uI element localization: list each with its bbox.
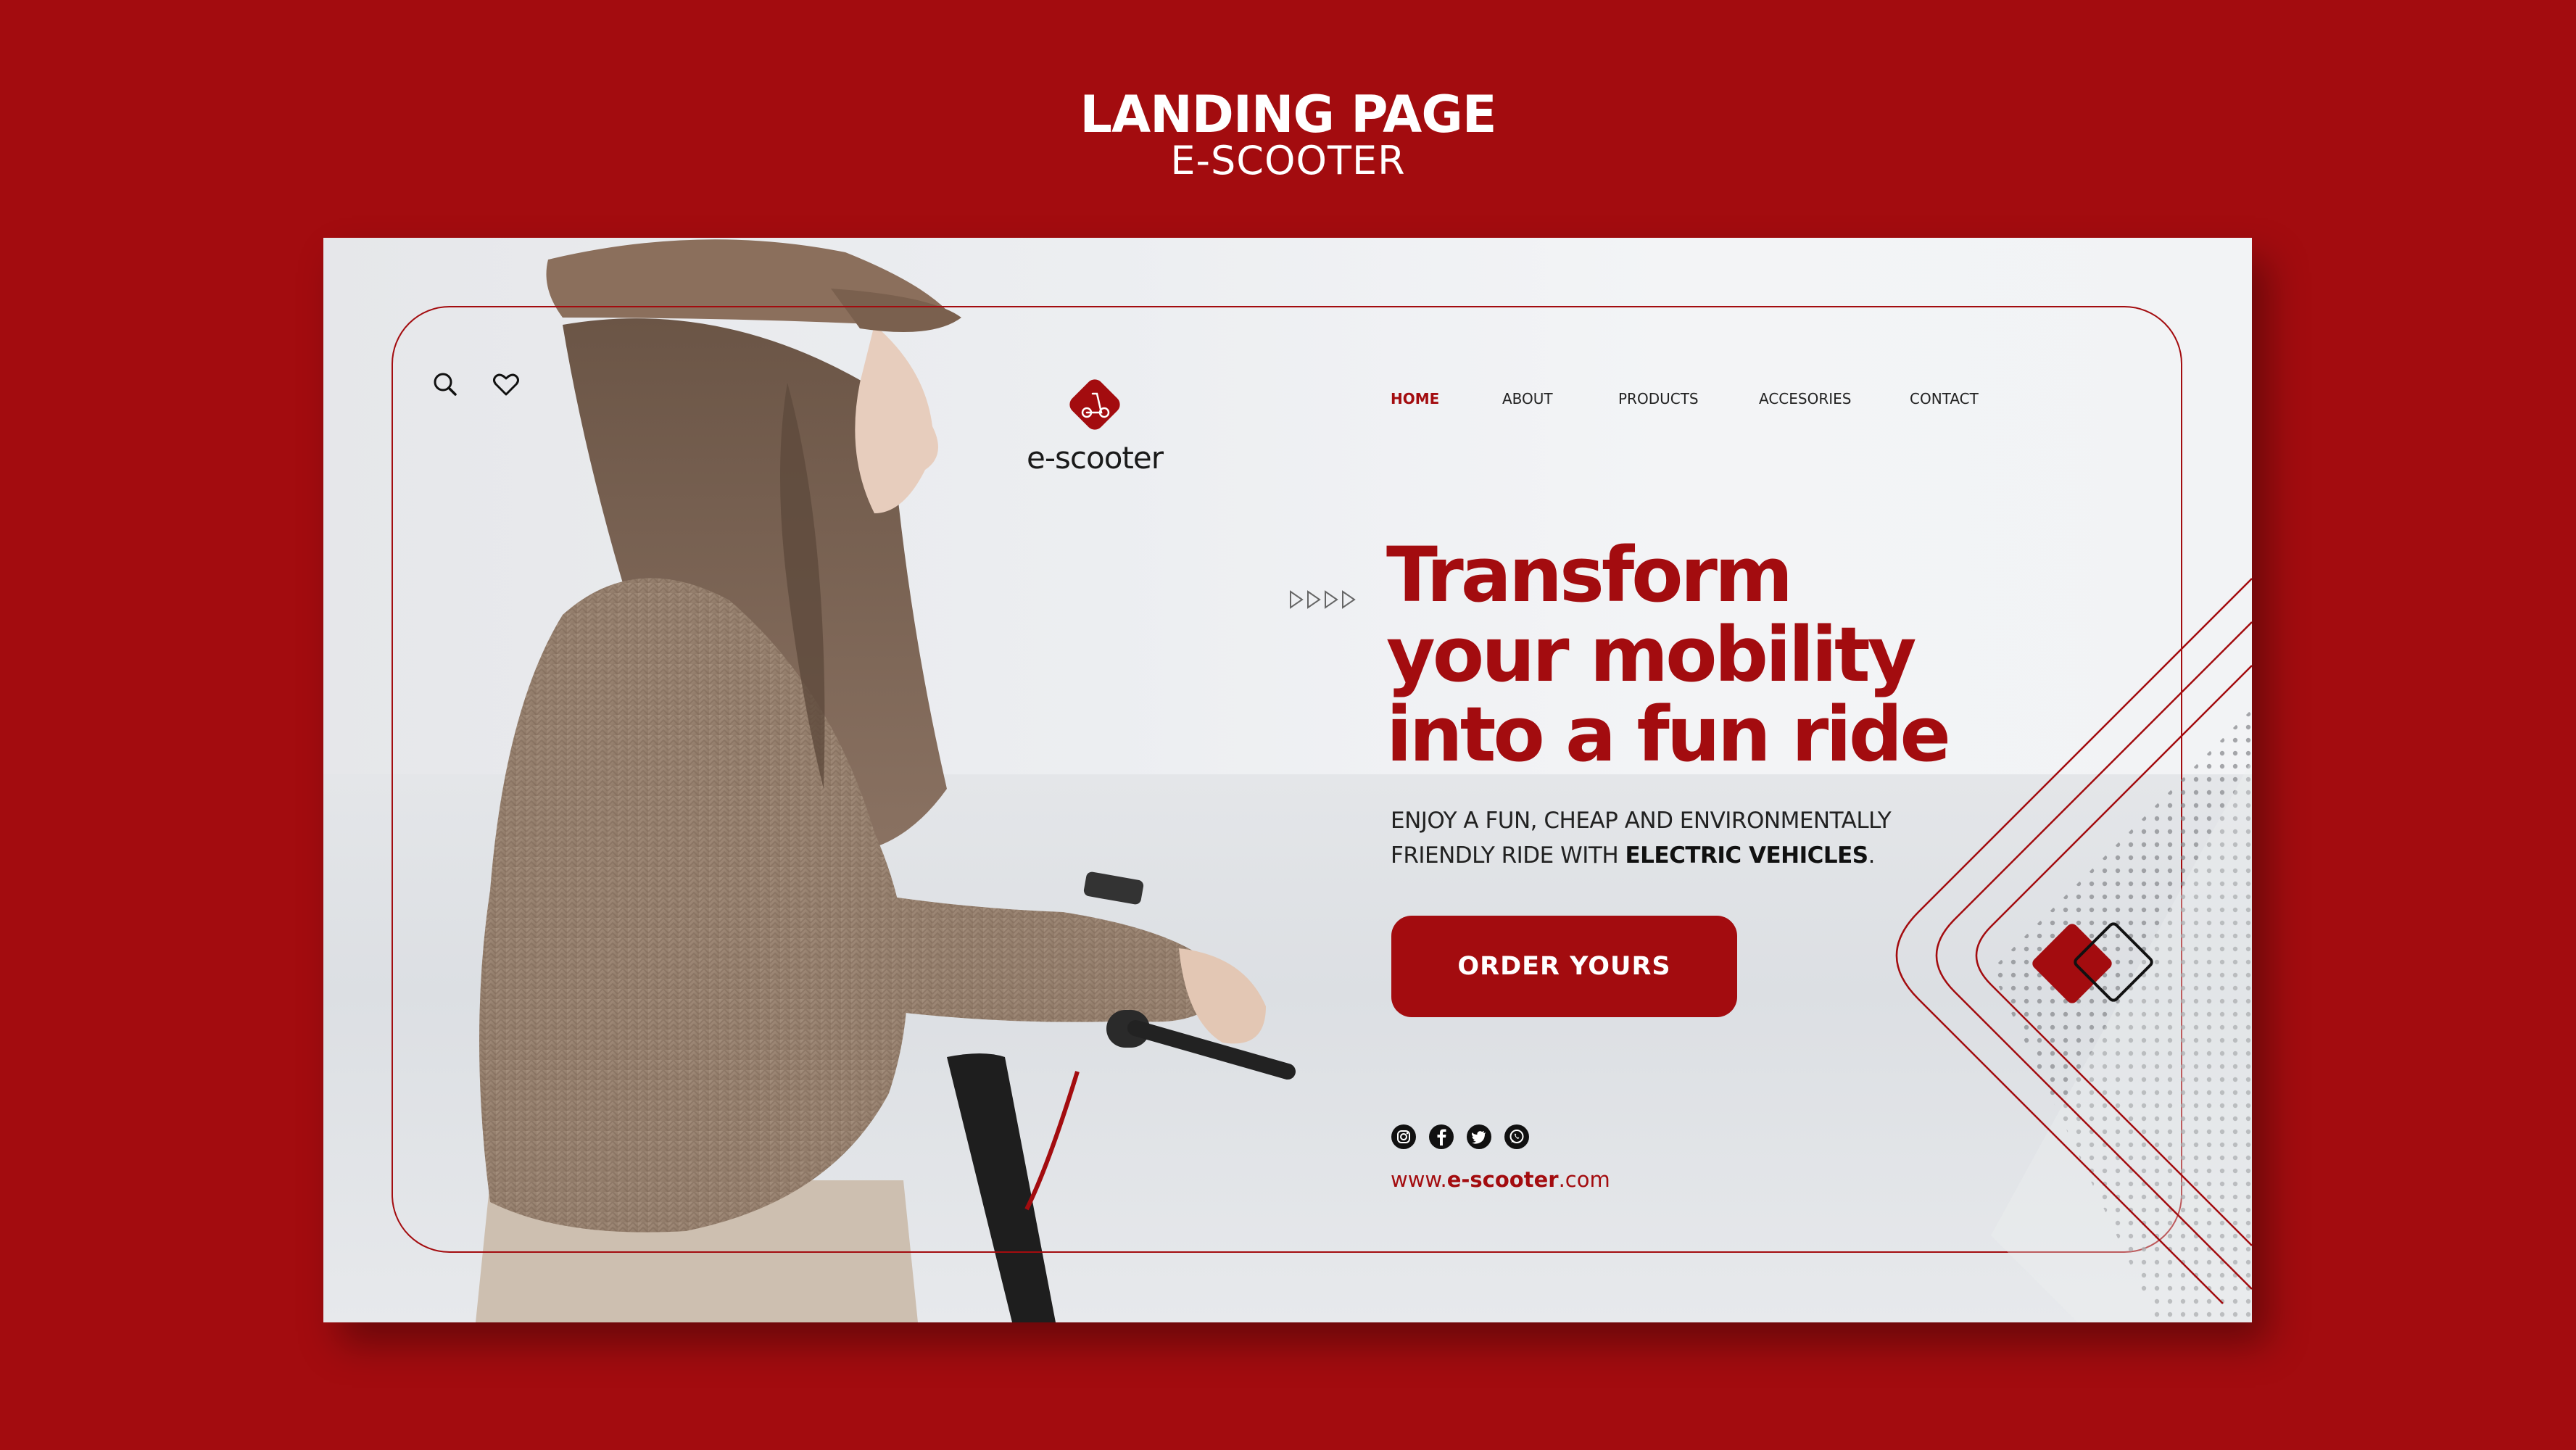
- search-icon[interactable]: [429, 368, 461, 400]
- instagram-icon[interactable]: [1391, 1124, 1417, 1150]
- subtext-line-1: ENJOY A FUN, CHEAP AND ENVIRONMENTALLY: [1391, 808, 1892, 834]
- website-suffix: .com: [1558, 1167, 1610, 1192]
- landing-page-mockup: e-scooter HOME ABOUT PRODUCTS ACCESORIES…: [323, 238, 2252, 1322]
- page-stage: LANDING PAGE E-SCOOTER e-scooter HOME AB…: [0, 0, 2576, 1450]
- whatsapp-icon[interactable]: [1504, 1124, 1530, 1150]
- brand-logo[interactable]: e-scooter: [1027, 373, 1164, 500]
- brand-name: e-scooter: [1027, 440, 1164, 476]
- nav-about[interactable]: ABOUT: [1502, 368, 1553, 429]
- headline-line-3: into a fun ride: [1386, 690, 1951, 779]
- website-link[interactable]: www.e-scooter.com: [1391, 1167, 1610, 1192]
- website-prefix: www.: [1391, 1167, 1447, 1192]
- content-frame: [392, 306, 2182, 1253]
- page-title: LANDING PAGE: [1080, 85, 1496, 144]
- play-arrows-icon: [1290, 590, 1356, 609]
- nav-products[interactable]: PRODUCTS: [1618, 368, 1699, 429]
- subtext-line-2-prefix: FRIENDLY RIDE WITH: [1391, 842, 1625, 869]
- page-subtitle: E-SCOOTER: [1170, 138, 1406, 183]
- nav-accessories[interactable]: ACCESORIES: [1759, 368, 1851, 429]
- heart-icon[interactable]: [490, 368, 522, 400]
- subtext-highlight: ELECTRIC VEHICLES: [1625, 842, 1869, 869]
- website-domain: e-scooter: [1446, 1167, 1559, 1192]
- hero-headline: Transform your mobility into a fun ride: [1386, 535, 2039, 774]
- scooter-icon: [1069, 379, 1120, 430]
- headline-line-1: Transform: [1386, 531, 1793, 619]
- nav-contact[interactable]: CONTACT: [1910, 368, 1979, 429]
- hero-subtext: ENJOY A FUN, CHEAP AND ENVIRONMENTALLY F…: [1391, 803, 2014, 873]
- subtext-line-2-suffix: .: [1868, 842, 1876, 869]
- facebook-icon[interactable]: [1428, 1124, 1454, 1150]
- nav-home[interactable]: HOME: [1391, 368, 1439, 429]
- order-yours-button[interactable]: ORDER YOURS: [1391, 916, 1737, 1017]
- headline-line-2: your mobility: [1386, 610, 1917, 699]
- subtext-line-2: FRIENDLY RIDE WITH ELECTRIC VEHICLES.: [1391, 838, 2014, 873]
- twitter-icon[interactable]: [1466, 1124, 1492, 1150]
